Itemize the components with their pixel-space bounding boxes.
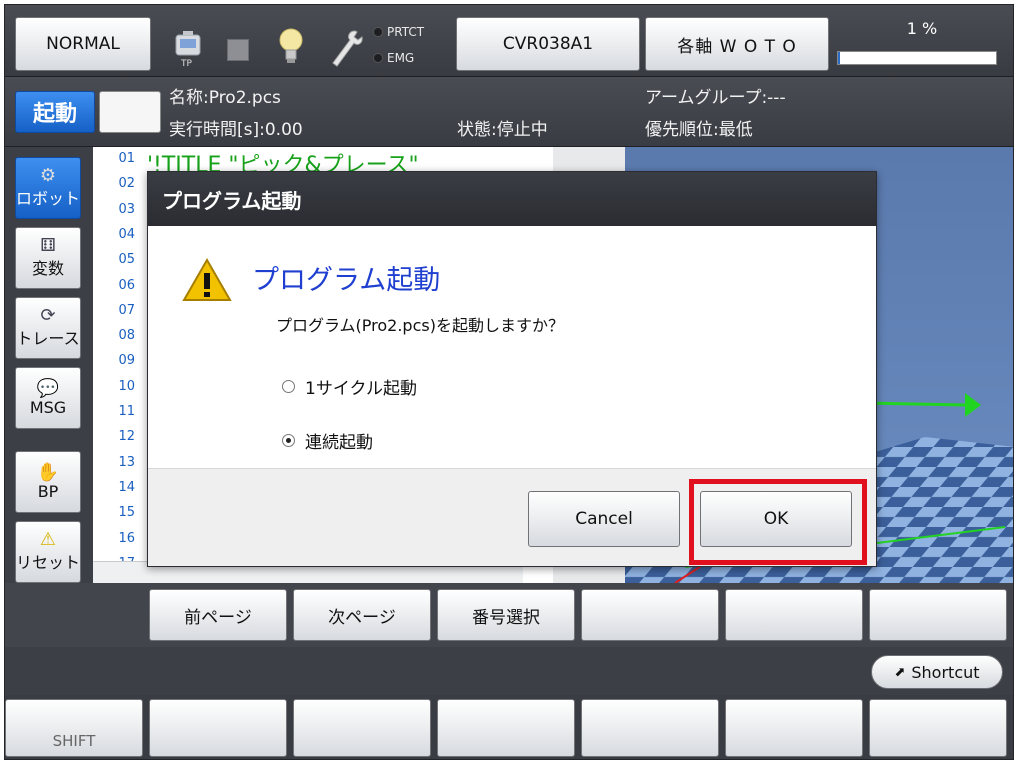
wrench-icon[interactable] <box>327 27 363 69</box>
state-text: 状態:停止中 <box>457 120 548 140</box>
radio-selected-icon[interactable] <box>282 434 295 447</box>
next-page-button[interactable]: 次ページ <box>293 589 431 641</box>
shortcut-button[interactable]: ⬈ Shortcut <box>871 655 1003 689</box>
ok-button-highlight <box>689 479 867 565</box>
mode-button[interactable]: NORMAL <box>15 17 151 71</box>
trace-icon: ⟳ <box>40 305 56 326</box>
program-name: 名称:Pro2.pcs <box>169 88 281 108</box>
page-button-6[interactable] <box>869 589 1007 641</box>
function-button-4[interactable] <box>581 699 719 757</box>
speed-progress-fill <box>838 52 841 64</box>
radio-unselected-icon[interactable] <box>282 380 295 393</box>
prtct-indicator: PRTCT <box>373 25 424 39</box>
line-number: 01 <box>118 151 135 166</box>
robot-icon: ⚙ <box>39 165 57 186</box>
stop-icon[interactable] <box>227 39 249 61</box>
prtct-label: PRTCT <box>387 25 425 39</box>
start-toggle[interactable] <box>99 91 161 133</box>
sidebar-reset-label: リセット <box>16 553 81 572</box>
sidebar-trace-label: トレース <box>16 329 80 348</box>
hand-icon: ✋ <box>36 461 60 483</box>
line-number: 09 <box>118 353 135 369</box>
line-number: 13 <box>118 454 135 470</box>
line-number-gutter: 0102030405060708091011121314151617 <box>93 147 139 583</box>
function-button-1[interactable] <box>149 699 287 757</box>
sidebar-bp-button[interactable]: ✋ BP <box>15 451 81 513</box>
page-button-4[interactable] <box>581 589 719 641</box>
line-number: 16 <box>118 530 135 546</box>
program-info-bar: 起動 名称:Pro2.pcs 実行時間[s]:0.00 状態:停止中 アームグル… <box>5 77 1013 147</box>
single-cycle-option[interactable]: 1サイクル起動 <box>282 374 417 399</box>
line-number: 07 <box>118 302 135 318</box>
prev-page-button[interactable]: 前ページ <box>149 589 287 641</box>
sidebar-trace-button[interactable]: ⟳ トレース <box>15 297 81 359</box>
status-bar: NORMAL TP PRTCT EMG CVR038A1 各軸 W O T O <box>5 5 1013 77</box>
function-button-5[interactable] <box>725 699 863 757</box>
arm-group-text: アームグループ:--- <box>645 88 786 108</box>
emg-indicator: EMG <box>373 51 414 65</box>
continuous-label: 連続起動 <box>305 433 373 453</box>
function-button-6[interactable] <box>869 699 1007 757</box>
message-icon: 💬 <box>36 377 60 399</box>
sidebar-variable-label: 変数 <box>31 259 64 278</box>
sidebar-msg-button[interactable]: 💬 MSG <box>15 367 81 429</box>
priority-text: 優先順位:最低 <box>645 120 753 140</box>
runtime-text: 実行時間[s]:0.00 <box>169 120 303 140</box>
emg-label: EMG <box>387 51 415 65</box>
line-number: 02 <box>118 176 135 192</box>
start-status-badge[interactable]: 起動 <box>15 91 95 133</box>
line-number: 10 <box>118 378 135 394</box>
shift-button[interactable]: SHIFT <box>5 699 143 757</box>
lightbulb-icon[interactable] <box>277 27 305 65</box>
continuous-option[interactable]: 連続起動 <box>282 428 373 453</box>
sidebar-robot-button[interactable]: ⚙ ロボット <box>15 157 81 219</box>
line-number: 11 <box>118 404 135 419</box>
warning-icon: ⚠ <box>39 529 57 550</box>
function-button-3[interactable] <box>437 699 575 757</box>
page-button-row: 前ページ 次ページ 番号選択 <box>5 583 1013 647</box>
line-number: 14 <box>118 479 135 495</box>
line-number: 08 <box>118 328 135 344</box>
number-select-button[interactable]: 番号選択 <box>437 589 575 641</box>
warning-triangle-icon <box>182 258 232 301</box>
dialog-title: プログラム起動 <box>148 172 876 226</box>
speed-percent-text: 1 % <box>906 19 938 38</box>
sidebar-reset-button[interactable]: ⚠ リセット <box>15 521 81 583</box>
shortcut-icon: ⬈ <box>894 664 906 680</box>
sidebar-bp-label: BP <box>37 481 59 501</box>
dialog-message: プログラム(Pro2.pcs)を起動しますか？ <box>276 316 564 335</box>
line-number: 04 <box>118 226 135 242</box>
sidebar-robot-label: ロボット <box>16 189 81 208</box>
axis-mode-button[interactable]: 各軸 W O T O <box>645 17 829 71</box>
function-button-2[interactable] <box>293 699 431 757</box>
line-number: 06 <box>118 277 135 293</box>
dialog-heading: プログラム起動 <box>252 265 441 296</box>
line-number: 03 <box>118 201 135 217</box>
shortcut-label: Shortcut <box>911 662 980 682</box>
teach-pendant-window: NORMAL TP PRTCT EMG CVR038A1 各軸 W O T O <box>4 4 1014 760</box>
sidebar-msg-label: MSG <box>29 397 67 417</box>
single-cycle-label: 1サイクル起動 <box>305 379 417 399</box>
speed-override[interactable]: 1 % <box>837 19 1007 69</box>
line-number: 12 <box>118 429 135 445</box>
line-number: 15 <box>118 505 135 521</box>
emg-lamp-icon <box>373 53 383 63</box>
robot-model-button[interactable]: CVR038A1 <box>456 17 640 71</box>
page-button-5[interactable] <box>725 589 863 641</box>
cancel-button[interactable]: Cancel <box>528 491 680 547</box>
speed-progress-track <box>837 51 997 65</box>
sidebar-variable-button[interactable]: ⚅ 変数 <box>15 227 81 289</box>
prtct-lamp-icon <box>373 27 383 37</box>
tp-label: TP <box>181 59 192 69</box>
line-number: 05 <box>118 252 135 268</box>
function-button-row: SHIFT <box>5 695 1013 759</box>
dice-icon: ⚅ <box>40 235 56 256</box>
